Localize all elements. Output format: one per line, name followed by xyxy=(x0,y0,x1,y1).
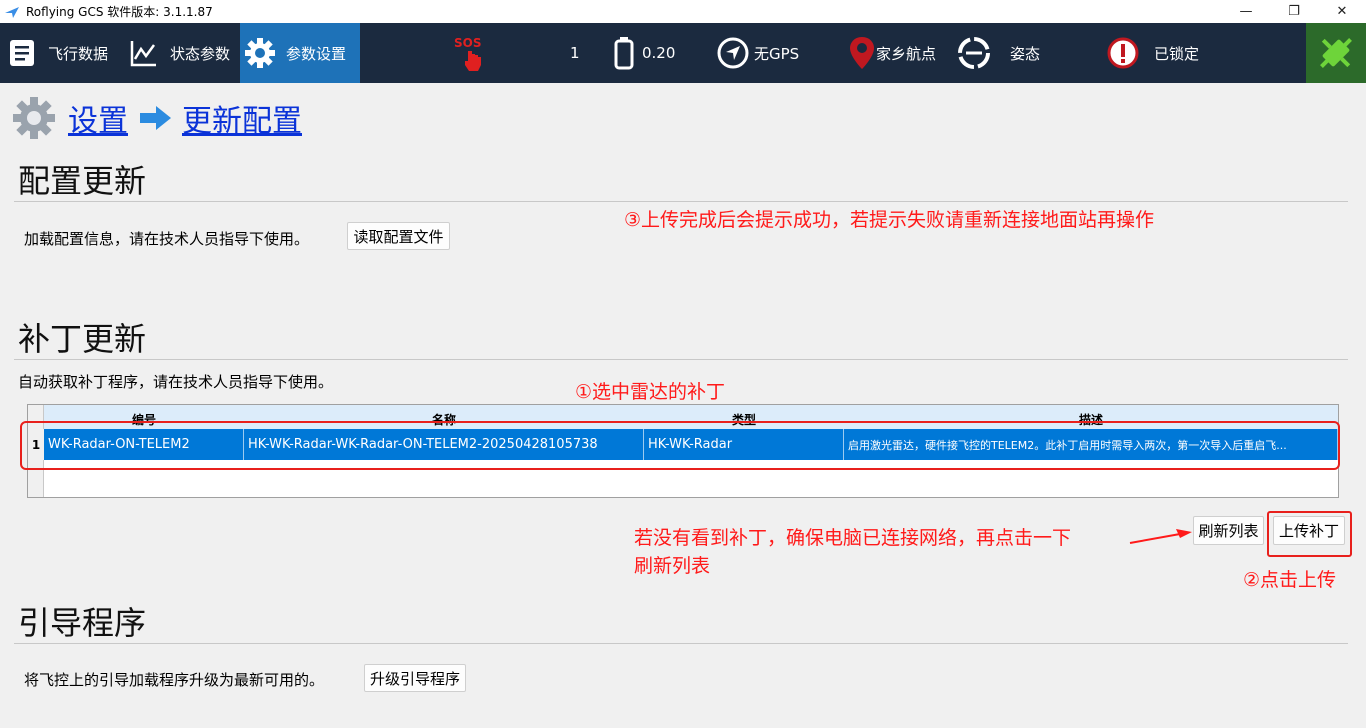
param-settings-tab[interactable]: 参数设置 xyxy=(240,23,360,83)
svg-text:SOS: SOS xyxy=(454,36,482,50)
annotation-step1: ①选中雷达的补丁 xyxy=(575,381,726,403)
battery-voltage: 0.20 xyxy=(642,44,676,62)
attitude-icon xyxy=(958,37,990,69)
gear-icon xyxy=(240,33,280,73)
bootloader-description: 将飞控上的引导加载程序升级为最新可用的。 xyxy=(24,671,325,689)
divider xyxy=(14,359,1348,360)
refresh-list-button[interactable]: 刷新列表 xyxy=(1193,516,1264,545)
maximize-icon[interactable]: ❐ xyxy=(1270,0,1318,23)
annotation-arrow-icon xyxy=(1129,529,1192,544)
battery-icon xyxy=(614,37,634,70)
close-icon[interactable]: ✕ xyxy=(1318,0,1366,23)
connect-button[interactable] xyxy=(1306,23,1366,83)
upgrade-bootloader-button[interactable]: 升级引导程序 xyxy=(364,664,466,692)
attitude-status: 姿态 xyxy=(956,23,1040,83)
patch-update-description: 自动获取补丁程序，请在技术人员指导下使用。 xyxy=(18,373,334,391)
home-waypoint-status: 家乡航点 xyxy=(848,23,936,83)
main-toolbar: 飞行数据 状态参数 参数设置 SOS 1 0.20 无GPS 家乡航点 姿态 已… xyxy=(0,23,1366,83)
annotation-hint-line2: 刷新列表 xyxy=(634,555,711,577)
breadcrumb-settings-link[interactable]: 设置 xyxy=(68,96,128,140)
minimize-icon[interactable]: — xyxy=(1222,0,1270,23)
flight-data-label: 飞行数据 xyxy=(48,44,109,63)
breadcrumb: 设置 更新配置 xyxy=(10,93,302,143)
bootloader-title: 引导程序 xyxy=(18,604,147,642)
plug-icon xyxy=(1320,38,1352,68)
annotation-step3: ③上传完成后会提示成功，若提示失败请重新连接地面站再操作 xyxy=(624,209,1155,231)
gps-status: 无GPS xyxy=(716,23,799,83)
upload-patch-button[interactable]: 上传补丁 xyxy=(1273,516,1345,545)
locked-label: 已锁定 xyxy=(1154,44,1200,63)
breadcrumb-update-config-link[interactable]: 更新配置 xyxy=(182,96,302,140)
flight-data-tab[interactable]: 飞行数据 xyxy=(2,23,124,83)
status-params-label: 状态参数 xyxy=(170,44,231,63)
document-icon xyxy=(2,33,42,73)
home-label: 家乡航点 xyxy=(876,44,937,63)
config-update-description: 加载配置信息，请在技术人员指导下使用。 xyxy=(24,230,310,248)
param-settings-label: 参数设置 xyxy=(286,44,347,63)
divider xyxy=(14,201,1348,202)
attitude-label: 姿态 xyxy=(1010,44,1041,63)
annotation-hint-line1: 若没有看到补丁，确保电脑已连接网络，再点击一下 xyxy=(634,527,1072,549)
annotation-step2: ②点击上传 xyxy=(1243,569,1337,591)
annotation-highlight-row xyxy=(20,421,1340,470)
alert-icon xyxy=(1107,37,1139,69)
satellite-count: 1 xyxy=(570,44,580,62)
app-logo-icon xyxy=(5,6,19,18)
chart-line-icon xyxy=(124,33,164,73)
battery-status: 0.20 xyxy=(612,23,675,83)
sos-button[interactable]: SOS xyxy=(452,23,492,83)
divider xyxy=(14,643,1348,644)
sos-icon: SOS xyxy=(454,36,482,71)
gps-label: 无GPS xyxy=(754,44,800,63)
map-pin-icon xyxy=(850,37,874,69)
patch-update-title: 补丁更新 xyxy=(18,320,147,358)
settings-gear-icon xyxy=(13,97,55,139)
window-title: Roflying GCS 软件版本: 3.1.1.87 xyxy=(26,5,213,19)
title-bar: Roflying GCS 软件版本: 3.1.1.87 — ❐ ✕ xyxy=(0,0,1366,23)
arrow-right-icon xyxy=(140,106,171,130)
status-params-tab[interactable]: 状态参数 xyxy=(124,23,240,83)
config-update-title: 配置更新 xyxy=(18,162,147,200)
read-config-file-button[interactable]: 读取配置文件 xyxy=(347,222,450,250)
navigation-icon xyxy=(717,37,749,69)
lock-status: 已锁定 xyxy=(1106,23,1199,83)
